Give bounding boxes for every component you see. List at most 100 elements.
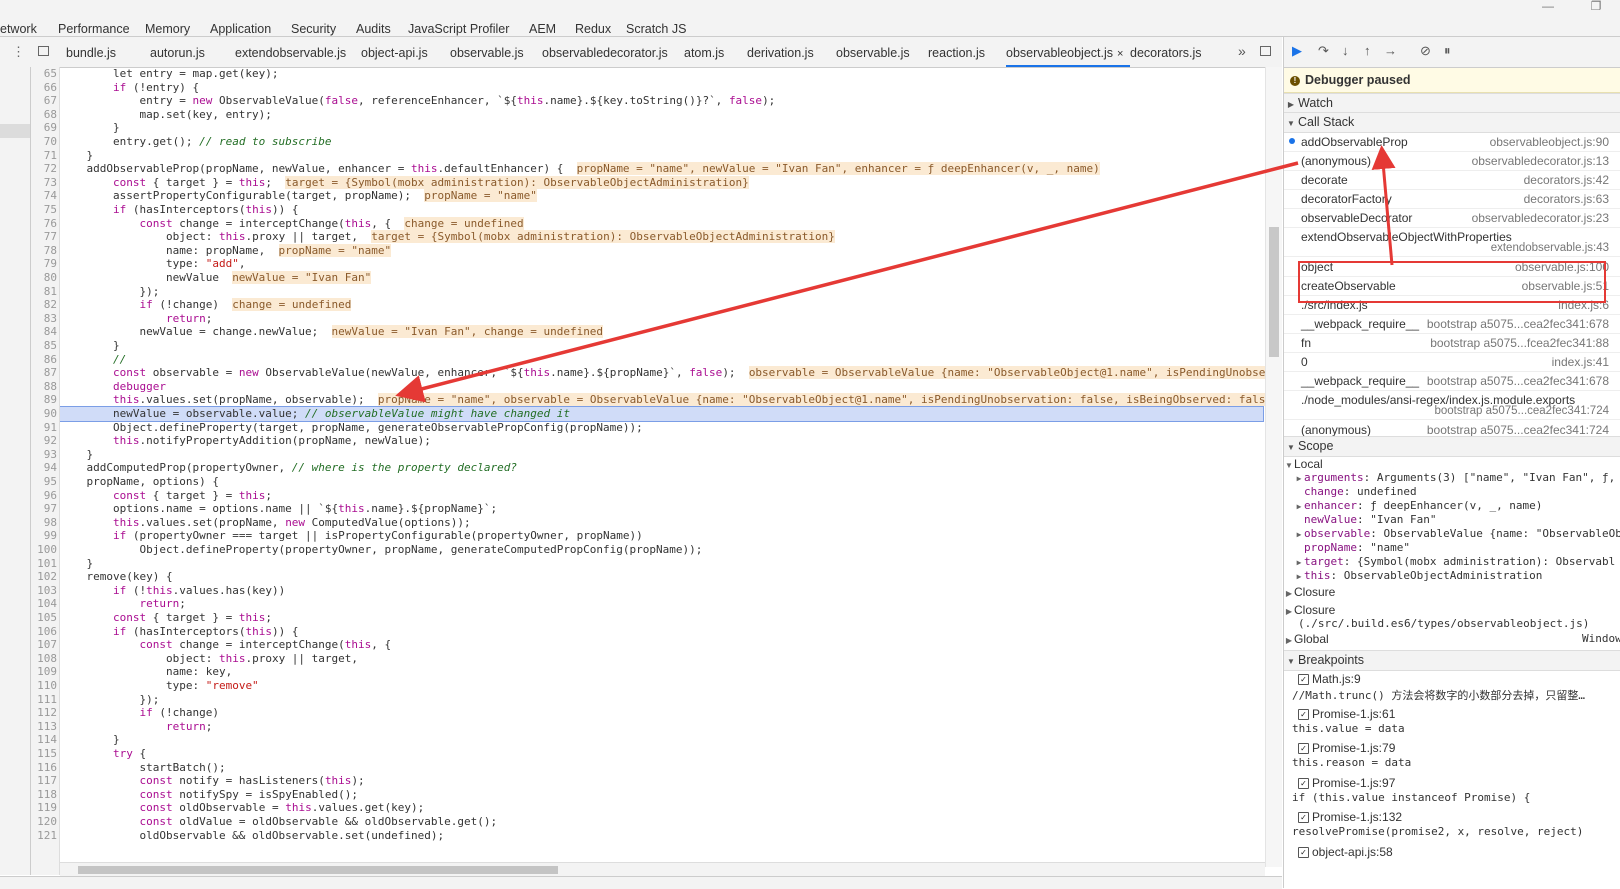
file-tab[interactable]: extendobservable.js <box>235 37 361 67</box>
line-number[interactable]: 85 <box>31 339 57 353</box>
breakpoint-checkbox[interactable]: ✓ <box>1298 743 1309 754</box>
call-frame-location[interactable]: bootstrap a5075...cea2fec341:678 <box>1427 317 1609 331</box>
line-number[interactable]: 75 <box>31 203 57 217</box>
call-frame-location[interactable]: bootstrap a5075...fcea2fec341:88 <box>1430 336 1609 350</box>
line-number[interactable]: 101 <box>31 557 57 571</box>
line-number[interactable]: 112 <box>31 706 57 720</box>
breakpoint-checkbox[interactable]: ✓ <box>1298 708 1309 720</box>
line-number[interactable]: 102 <box>31 570 57 584</box>
scope-global[interactable]: ▶ Global Window <box>1284 632 1620 648</box>
call-frame-location[interactable]: bootstrap a5075...cea2fec341:724 <box>1434 405 1609 417</box>
deactivate-breakpoints-icon[interactable]: ⊘ <box>1420 44 1431 58</box>
line-number[interactable]: 69 <box>31 121 57 135</box>
line-number[interactable]: 120 <box>31 815 57 829</box>
line-number[interactable]: 70 <box>31 135 57 149</box>
call-stack-section-header[interactable]: ▼ Call Stack <box>1284 112 1620 133</box>
call-frame[interactable]: extendObservableObjectWithProperties exte… <box>1284 227 1620 257</box>
call-frame-location[interactable]: observabledecorator.js:23 <box>1472 211 1609 225</box>
file-tab[interactable]: observable.js <box>836 37 928 67</box>
more-options-icon[interactable]: ⋮ <box>12 44 25 60</box>
code-editor[interactable]: let entry = map.get(key); if (!entry) { … <box>60 67 1265 867</box>
line-number[interactable]: 68 <box>31 108 57 122</box>
call-frame-location[interactable]: decorators.js:63 <box>1524 192 1609 206</box>
line-number[interactable]: 117 <box>31 774 57 788</box>
call-frame-location[interactable]: bootstrap a5075...cea2fec341:678 <box>1427 374 1609 388</box>
line-number[interactable]: 113 <box>31 720 57 734</box>
scrollbar-thumb[interactable] <box>1269 227 1279 357</box>
line-number[interactable]: 106 <box>31 625 57 639</box>
scope-variable[interactable]: propName: "name" <box>1294 541 1410 555</box>
breakpoints-section-header[interactable]: ▼ Breakpoints <box>1284 650 1620 671</box>
file-tab[interactable]: observabledecorator.js <box>542 37 684 67</box>
line-number[interactable]: 104 <box>31 597 57 611</box>
pause-on-exceptions-icon[interactable]: ⏸ <box>1444 44 1451 58</box>
call-frame[interactable]: (anonymous) observabledecorator.js:13 <box>1284 151 1620 171</box>
panel-tab[interactable]: Application <box>210 22 291 36</box>
call-frame-location[interactable]: observableobject.js:90 <box>1490 135 1609 149</box>
line-number[interactable]: 86 <box>31 353 57 367</box>
line-number[interactable]: 119 <box>31 801 57 815</box>
file-tab[interactable]: decorators.js <box>1130 37 1214 67</box>
breakpoint-checkbox[interactable]: ✓ <box>1298 674 1309 685</box>
panel-tab[interactable]: JavaScript Profiler <box>408 22 529 36</box>
line-number[interactable]: 74 <box>31 189 57 203</box>
call-frame-location[interactable]: decorators.js:42 <box>1524 173 1609 187</box>
line-number[interactable]: 109 <box>31 665 57 679</box>
panel-tab[interactable]: Memory <box>145 22 210 36</box>
scope-variable[interactable]: change: undefined <box>1294 485 1417 499</box>
line-number[interactable]: 81 <box>31 285 57 299</box>
line-number[interactable]: 115 <box>31 747 57 761</box>
line-number[interactable]: 73 <box>31 176 57 190</box>
line-number[interactable]: 95 <box>31 475 57 489</box>
panel-tab[interactable]: Security <box>291 22 356 36</box>
line-number[interactable]: 116 <box>31 761 57 775</box>
call-frame-location[interactable]: bootstrap a5075...cea2fec341:724 <box>1427 423 1609 437</box>
toggle-debugger-sidebar-icon[interactable] <box>1260 46 1271 56</box>
line-number[interactable]: 93 <box>31 448 57 462</box>
call-frame[interactable]: observableDecorator observabledecorator.j… <box>1284 208 1620 228</box>
breakpoint-checkbox[interactable]: ✓ <box>1298 846 1309 858</box>
line-number[interactable]: 100 <box>31 543 57 557</box>
file-tab[interactable]: autorun.js <box>150 37 235 67</box>
panel-tab[interactable]: etwork <box>0 22 58 36</box>
call-frame-location[interactable]: index.js:41 <box>1552 355 1609 369</box>
line-number[interactable]: 110 <box>31 679 57 693</box>
scope-closure[interactable]: ▶ Closure <box>1284 585 1335 601</box>
scope-variable[interactable]: ▶ target: {Symbol(mobx administration): O… <box>1294 555 1616 570</box>
line-number[interactable]: 88 <box>31 380 57 394</box>
line-number[interactable]: 96 <box>31 489 57 503</box>
line-number[interactable]: 78 <box>31 244 57 258</box>
line-number[interactable]: 105 <box>31 611 57 625</box>
watch-section-header[interactable]: ▶ Watch <box>1284 93 1620 114</box>
line-number[interactable]: 94 <box>31 461 57 475</box>
line-number[interactable]: 89 <box>31 393 57 407</box>
line-number[interactable]: 87 <box>31 366 57 380</box>
scope-variable[interactable]: ▶ this: ObservableObjectAdministration <box>1294 569 1543 584</box>
line-number[interactable]: 107 <box>31 638 57 652</box>
file-tab[interactable]: derivation.js <box>747 37 836 67</box>
panel-tab[interactable]: Scratch JS <box>626 22 696 36</box>
resume-icon[interactable]: ▶ <box>1292 44 1302 58</box>
panel-tab[interactable]: Redux <box>575 22 626 36</box>
line-number[interactable]: 71 <box>31 149 57 163</box>
line-number[interactable]: 103 <box>31 584 57 598</box>
file-tab[interactable]: atom.js <box>684 37 747 67</box>
line-number[interactable]: 84 <box>31 325 57 339</box>
call-frame[interactable]: decoratorFactory decorators.js:63 <box>1284 189 1620 209</box>
file-tab[interactable]: bundle.js <box>66 37 150 67</box>
breakpoint-checkbox[interactable]: ✓ <box>1298 777 1309 789</box>
step-icon[interactable]: → <box>1384 44 1397 58</box>
line-number[interactable]: 99 <box>31 529 57 543</box>
line-number[interactable]: 90 <box>31 407 57 421</box>
file-tab[interactable]: observable.js <box>450 37 542 67</box>
step-out-icon[interactable]: ↑ <box>1364 44 1371 58</box>
toggle-navigator-icon[interactable] <box>38 46 49 56</box>
more-tabs-icon[interactable]: » <box>1238 43 1246 59</box>
panel-tab[interactable]: Performance <box>58 22 145 36</box>
line-number[interactable]: 97 <box>31 502 57 516</box>
call-frame-location[interactable]: observabledecorator.js:13 <box>1472 154 1609 168</box>
close-tab-icon[interactable]: × <box>1117 48 1123 60</box>
line-number[interactable]: 91 <box>31 421 57 435</box>
call-frame[interactable]: __webpack_require__ bootstrap a5075...cea… <box>1284 371 1620 391</box>
line-number[interactable]: 66 <box>31 81 57 95</box>
